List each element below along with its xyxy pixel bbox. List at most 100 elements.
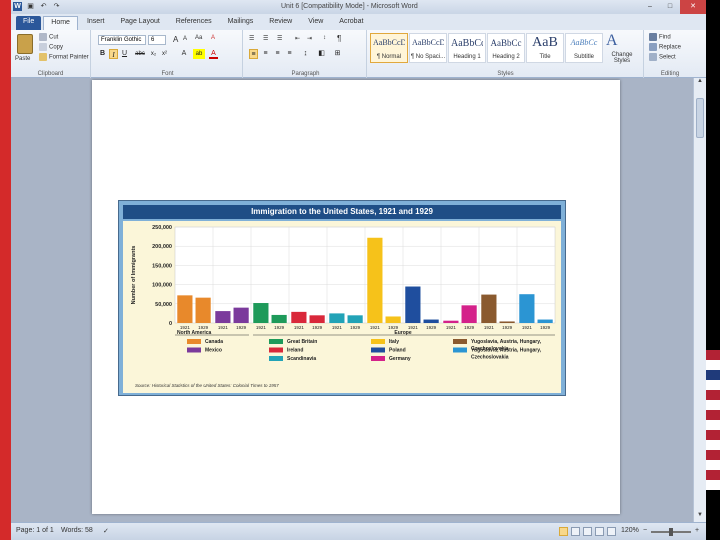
font-color-button[interactable]: A: [209, 49, 218, 59]
pilcrow-button[interactable]: ¶: [337, 34, 341, 43]
web-layout-icon[interactable]: [583, 527, 592, 536]
find-button[interactable]: Find: [649, 33, 671, 41]
paste-button[interactable]: Paste: [15, 56, 30, 62]
y-tick-label: 200,000: [152, 244, 172, 250]
highlight-button[interactable]: ab: [193, 49, 205, 59]
legend-swatch: [371, 339, 385, 344]
zoom-slider-knob[interactable]: [669, 528, 673, 536]
style-normal[interactable]: AaBbCcDc ¶ Normal: [370, 33, 408, 63]
legend-label: Ireland: [287, 348, 303, 354]
clear-formatting-button[interactable]: A: [211, 35, 215, 41]
x-tick-label: 1921: [522, 325, 533, 330]
numbering-icon[interactable]: ☰: [263, 35, 268, 42]
change-styles-button[interactable]: Change Styles: [604, 52, 640, 64]
sort-icon[interactable]: ↕: [323, 35, 326, 41]
close-button[interactable]: ✕: [680, 0, 706, 14]
save-icon[interactable]: ▣: [26, 2, 35, 11]
subscript-button[interactable]: x₂: [149, 49, 158, 59]
maximize-button[interactable]: □: [660, 0, 680, 14]
copy-button[interactable]: Copy: [39, 43, 63, 51]
word-logo-icon[interactable]: W: [13, 2, 22, 11]
outline-icon[interactable]: [595, 527, 604, 536]
tab-home[interactable]: Home: [43, 16, 78, 30]
word-count[interactable]: Words: 58: [61, 527, 93, 534]
style-sample: AaB: [532, 35, 558, 50]
decrease-indent-icon[interactable]: ⇤: [295, 35, 300, 42]
bullets-icon[interactable]: ☰: [249, 35, 254, 42]
bar-yugoslavia-austria-hungary-czechoslovakia-1921: [519, 294, 535, 323]
screen: W ▣ ↶ ↷ Unit 6 [Compatibility Mode] - Mi…: [0, 0, 720, 540]
scroll-up-icon[interactable]: ▲: [694, 78, 706, 88]
change-case-button[interactable]: Aa: [195, 35, 202, 41]
style-name: ¶ No Spaci...: [410, 54, 446, 60]
align-right-icon[interactable]: ≡: [273, 49, 282, 59]
style-heading-2[interactable]: AaBbCc Heading 2: [487, 33, 525, 63]
shrink-font-button[interactable]: A: [183, 36, 187, 42]
increase-indent-icon[interactable]: ⇥: [307, 35, 312, 42]
tab-view[interactable]: View: [301, 16, 330, 30]
underline-button[interactable]: U: [120, 49, 129, 59]
title-bar: W ▣ ↶ ↷ Unit 6 [Compatibility Mode] - Mi…: [11, 0, 706, 14]
cut-button[interactable]: Cut: [39, 33, 58, 41]
tab-insert[interactable]: Insert: [80, 16, 112, 30]
scroll-thumb[interactable]: [696, 98, 704, 138]
document-page[interactable]: Immigration to the United States, 1921 a…: [92, 80, 620, 514]
proofing-icon[interactable]: ✓: [103, 527, 109, 535]
select-cursor-icon: [649, 53, 657, 61]
full-screen-reading-icon[interactable]: [571, 527, 580, 536]
zoom-in-icon[interactable]: +: [695, 527, 699, 534]
text-effects-button[interactable]: A: [179, 49, 189, 59]
shading-icon[interactable]: ◧: [317, 49, 326, 59]
borders-icon[interactable]: ⊞: [333, 49, 342, 59]
immigration-figure[interactable]: Immigration to the United States, 1921 a…: [118, 200, 566, 396]
scroll-down-icon[interactable]: ▼: [694, 512, 706, 522]
select-button[interactable]: Select: [649, 53, 676, 61]
bar-poland-1929: [423, 319, 439, 323]
immigration-chart: 250,000 200,000 150,000 100,000 50,000 0 Numbe…: [131, 225, 556, 388]
format-painter-button[interactable]: Format Painter: [39, 53, 89, 61]
vertical-scrollbar[interactable]: ▲ ▼: [693, 78, 706, 522]
redo-icon[interactable]: ↷: [52, 2, 61, 11]
change-styles-icon[interactable]: A: [606, 32, 618, 50]
zoom-out-icon[interactable]: −: [643, 527, 647, 534]
italic-button[interactable]: I: [109, 49, 118, 59]
zoom-slider[interactable]: [651, 528, 691, 536]
undo-icon[interactable]: ↶: [39, 2, 48, 11]
font-size-select[interactable]: 6: [148, 35, 166, 45]
font-family-select[interactable]: Franklin Gothic: [98, 35, 146, 45]
align-left-icon[interactable]: ≡: [249, 49, 258, 59]
replace-button[interactable]: Replace: [649, 43, 681, 51]
draft-icon[interactable]: [607, 527, 616, 536]
y-axis-label: Number of Immigrants: [131, 246, 137, 305]
line-spacing-icon[interactable]: ↨: [301, 49, 310, 59]
style-heading-1[interactable]: AaBbCc Heading 1: [448, 33, 486, 63]
style-title[interactable]: AaB Title: [526, 33, 564, 63]
legend-label: Germany: [389, 356, 411, 362]
style-subtitle[interactable]: AaBbCc Subtitle: [565, 33, 603, 63]
style-no-spacing[interactable]: AaBbCcDc ¶ No Spaci...: [409, 33, 447, 63]
x-tick-label: 1921: [370, 325, 381, 330]
strikethrough-button[interactable]: abc: [133, 49, 147, 59]
legend-swatch: [269, 356, 283, 361]
page-count[interactable]: Page: 1 of 1: [16, 527, 54, 534]
print-layout-icon[interactable]: [559, 527, 568, 536]
grow-font-button[interactable]: A: [173, 35, 178, 44]
zoom-level[interactable]: 120%: [621, 527, 639, 534]
paste-icon[interactable]: [17, 34, 33, 54]
x-tick-label: 1921: [332, 325, 343, 330]
align-center-icon[interactable]: ≡: [261, 49, 270, 59]
multilevel-list-icon[interactable]: ☰: [277, 35, 282, 42]
minimize-button[interactable]: –: [640, 0, 660, 14]
superscript-button[interactable]: x²: [160, 49, 169, 59]
bold-button[interactable]: B: [98, 49, 107, 59]
paragraph-group: ☰ ☰ ☰ ⇤ ⇥ ↕ ¶ ≡ ≡ ≡ ≡ ↨ ◧ ⊞ Paragraph: [245, 30, 367, 78]
tab-references[interactable]: References: [169, 16, 219, 30]
justify-icon[interactable]: ≡: [285, 49, 294, 59]
legend-swatch: [453, 339, 467, 344]
tab-page-layout[interactable]: Page Layout: [113, 16, 166, 30]
tab-acrobat[interactable]: Acrobat: [332, 16, 370, 30]
style-name: Title: [539, 54, 551, 60]
tab-review[interactable]: Review: [262, 16, 299, 30]
tab-file[interactable]: File: [16, 16, 42, 30]
tab-mailings[interactable]: Mailings: [221, 16, 261, 30]
